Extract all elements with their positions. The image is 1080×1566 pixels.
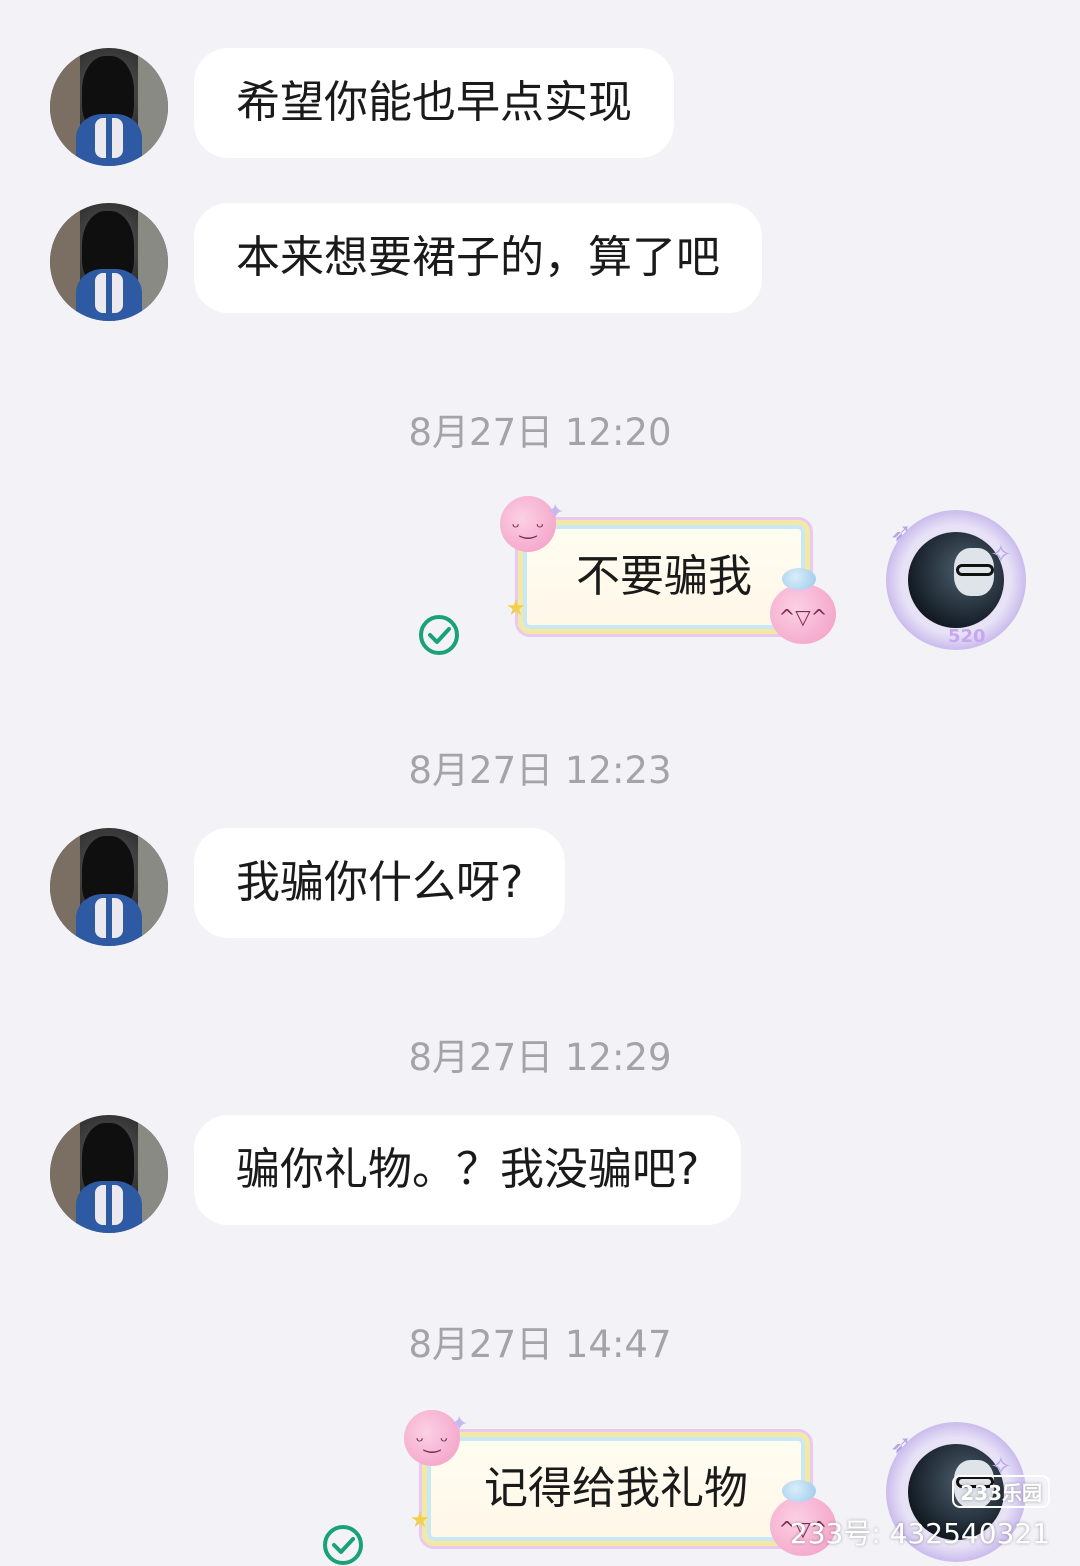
message-text: 不要骗我: [576, 551, 752, 602]
contact-avatar[interactable]: [50, 203, 168, 321]
contact-avatar[interactable]: [50, 828, 168, 946]
message-timestamp: 8月27日 12:29: [408, 1036, 672, 1079]
my-avatar[interactable]: ➶ ✧ 520: [886, 510, 1026, 650]
message-timestamp: 8月27日 12:23: [408, 749, 672, 792]
sparkle-icon: ✦: [546, 500, 565, 525]
sparkle-icon: ✧: [990, 540, 1012, 570]
sparkle-icon: ✦: [450, 1412, 469, 1437]
avatar-badge: 520: [948, 626, 986, 647]
message-bubble[interactable]: 希望你能也早点实现: [194, 48, 674, 158]
cloud-decoration-icon: [782, 568, 816, 590]
check-circle-icon: [419, 615, 459, 655]
my-message-bubble[interactable]: 不要骗我: [518, 520, 810, 634]
wing-decoration-icon: ➶: [890, 1430, 912, 1460]
message-bubble[interactable]: 骗你礼物。？我没骗吧?: [194, 1115, 742, 1225]
message-timestamp: 8月27日 14:47: [408, 1323, 672, 1366]
contact-avatar[interactable]: [50, 48, 168, 166]
watermark-id: 233号: 432540321: [789, 1517, 1050, 1550]
check-circle-icon: [323, 1525, 363, 1565]
message-text: 我骗你什么呀?: [236, 857, 524, 908]
watermark-logo: 233乐园: [952, 1475, 1050, 1508]
message-bubble[interactable]: 我骗你什么呀?: [194, 828, 566, 938]
message-bubble[interactable]: 本来想要裙子的，算了吧: [194, 203, 762, 313]
message-text: 记得给我礼物: [484, 1463, 748, 1514]
donut-sticker-icon: ^▽^: [770, 584, 836, 644]
contact-avatar[interactable]: [50, 1115, 168, 1233]
star-icon: ★: [410, 1508, 430, 1533]
message-text: 骗你礼物。？我没骗吧?: [236, 1144, 700, 1195]
wing-decoration-icon: ➶: [890, 518, 912, 548]
my-message-bubble[interactable]: 记得给我礼物: [422, 1432, 810, 1546]
star-icon: ★: [506, 596, 526, 621]
message-timestamp: 8月27日 12:20: [408, 411, 672, 454]
message-text: 本来想要裙子的，算了吧: [236, 232, 720, 283]
watermark: 233乐园 233号: 432540321: [790, 1474, 1050, 1552]
message-text: 希望你能也早点实现: [236, 77, 632, 128]
